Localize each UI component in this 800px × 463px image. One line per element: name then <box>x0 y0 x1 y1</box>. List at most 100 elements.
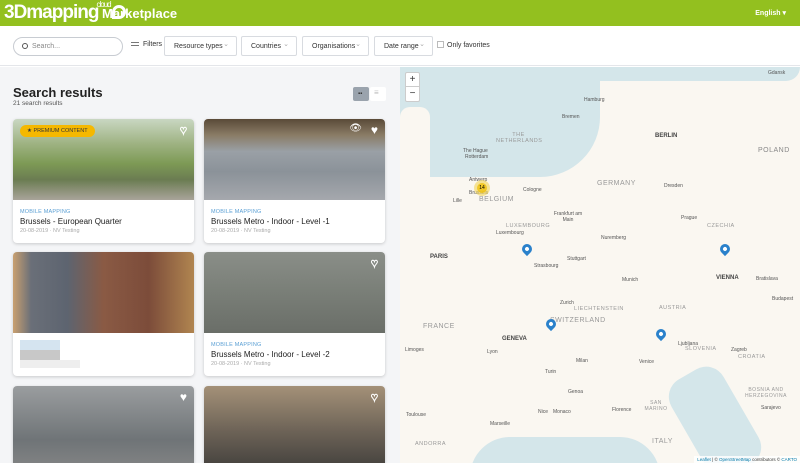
map-label: Gdansk <box>768 70 786 76</box>
map-label: Nice <box>538 409 549 415</box>
map-label: Marseille <box>490 421 511 427</box>
favorite-heart-icon[interactable]: ♥ <box>371 124 378 136</box>
app-title: Marketplace <box>102 6 178 21</box>
map-label: Limoges <box>405 347 424 353</box>
map-label: Toulouse <box>406 412 427 418</box>
filter-bar: Search... Filters Resource types Countri… <box>0 26 800 66</box>
search-input[interactable]: Search... <box>13 37 123 56</box>
map-label: Lille <box>453 198 462 204</box>
map-label: Budapest <box>772 296 794 302</box>
map-label: SWITZERLAND <box>550 317 606 324</box>
north-sea <box>400 67 600 177</box>
map-label: ANDORRA <box>415 441 447 447</box>
map-label: BOSNIA AND HERZEGOVINA <box>745 387 787 399</box>
eye-icon[interactable]: 👁 <box>349 124 362 134</box>
only-favorites-checkbox[interactable]: Only favorites <box>437 41 490 49</box>
map-label: SAN MARINO <box>644 400 668 412</box>
search-icon <box>22 43 28 49</box>
map-label: GERMANY <box>597 180 636 187</box>
map-label: Luxembourg <box>496 230 524 236</box>
map-label: LUXEMBOURG <box>506 223 551 229</box>
zoom-in-button[interactable]: + <box>406 73 419 87</box>
map-label: POLAND <box>758 147 790 154</box>
zoom-control: + − <box>405 72 420 102</box>
results-count: 21 search results <box>13 100 63 107</box>
map-label: CROATIA <box>738 354 766 360</box>
baltic-sea <box>580 67 800 81</box>
favorite-heart-icon[interactable]: ♥ <box>370 257 378 270</box>
map-view[interactable] <box>400 67 800 463</box>
zoom-out-button[interactable]: − <box>406 87 419 101</box>
map-label: AUSTRIA <box>659 305 687 311</box>
results-title: Search results <box>13 85 103 100</box>
map-label: Cologne <box>523 187 542 193</box>
card-thumbnail: 👁 ♥ <box>204 119 385 200</box>
map-label: Hamburg <box>584 97 605 103</box>
card-title: Brussels Metro - Indoor - Level -1 <box>211 217 330 226</box>
map-label: Florence <box>612 407 632 413</box>
map-label: ITALY <box>652 438 673 445</box>
list-icon: ≡ <box>374 88 379 97</box>
map-label: Zurich <box>560 300 574 306</box>
card-thumbnail <box>13 252 194 333</box>
grid-view-button[interactable]: ▪▪ <box>353 87 369 101</box>
map-label: THE NETHERLANDS <box>496 132 543 144</box>
result-card[interactable] <box>13 252 194 376</box>
language-selector[interactable]: English ▾ <box>755 9 786 17</box>
map-label: Sarajevo <box>761 405 781 411</box>
map-label: Venice <box>639 359 655 365</box>
map-label: BELGIUM <box>479 196 515 203</box>
map-label: Turin <box>545 369 557 375</box>
map-label: Frankfurt am Main <box>553 211 583 223</box>
england-land <box>400 107 430 187</box>
map-label: Genoa <box>568 389 584 395</box>
map-label: Strasbourg <box>534 263 559 269</box>
result-card[interactable]: ♥ <box>204 386 385 463</box>
list-view-button[interactable]: ≡ <box>370 87 386 101</box>
result-card[interactable]: 👁 ♥ MOBILE MAPPING Brussels Metro - Indoo… <box>204 119 385 243</box>
card-thumbnail: ★ PREMIUM CONTENT ♥ <box>13 119 194 200</box>
map-label: FRANCE <box>423 323 455 330</box>
map-label: LIECHTENSTEIN <box>574 306 624 312</box>
organisations-dropdown[interactable]: Organisations <box>302 36 369 56</box>
map-label: SLOVENIA <box>685 346 717 352</box>
map-label: Monaco <box>553 409 571 415</box>
marker-cluster[interactable]: 14 <box>474 180 490 196</box>
countries-dropdown[interactable]: Countries <box>241 36 297 56</box>
card-thumbnail: ♥ <box>204 252 385 333</box>
map-label: Dresden <box>664 183 683 189</box>
premium-badge: ★ PREMIUM CONTENT <box>20 125 95 137</box>
card-title: Brussels - European Quarter <box>20 217 122 226</box>
favorite-heart-icon[interactable]: ♥ <box>180 391 187 403</box>
result-card[interactable]: ★ PREMIUM CONTENT ♥ MOBILE MAPPING Brusse… <box>13 119 194 243</box>
mediterranean-sea <box>470 437 660 463</box>
top-bar: 3Dmappingcloud Marketplace English ▾ <box>0 0 800 26</box>
map-attribution: Leaflet | © OpenStreetMap contributors ©… <box>694 456 800 463</box>
map-label: Bremen <box>562 114 580 120</box>
map-label: Lyon <box>487 349 498 355</box>
card-thumbnail: ♥ <box>13 386 194 463</box>
map-label: Bratislava <box>756 276 778 282</box>
date-range-dropdown[interactable]: Date range <box>374 36 433 56</box>
map-label: Nuremberg <box>601 235 627 241</box>
adriatic-sea <box>661 359 769 463</box>
map-label: VIENNA <box>716 275 739 281</box>
map-label: Munich <box>622 277 639 283</box>
map-label: Stuttgart <box>567 256 586 262</box>
map-label: BERLIN <box>655 133 678 139</box>
result-card[interactable]: ♥ <box>13 386 194 463</box>
filter-icon <box>131 42 139 43</box>
favorite-heart-icon[interactable]: ♥ <box>179 124 187 137</box>
map-label: Zagreb <box>731 347 747 353</box>
resource-types-dropdown[interactable]: Resource types <box>164 36 237 56</box>
map-label: PARIS <box>430 254 448 260</box>
card-title: Brussels Metro - Indoor - Level -2 <box>211 350 330 359</box>
results-panel: Search results 21 search results ▪▪ ≡ ★ … <box>0 67 400 463</box>
map-label: Prague <box>681 215 698 221</box>
filters-toggle[interactable]: Filters <box>131 41 162 48</box>
result-card[interactable]: ♥ MOBILE MAPPING Brussels Metro - Indoor … <box>204 252 385 376</box>
grid-icon: ▪▪ <box>358 91 363 97</box>
favorite-heart-icon[interactable]: ♥ <box>370 391 378 404</box>
map-label: CZECHIA <box>707 223 735 229</box>
blurred-card-info <box>13 333 194 376</box>
